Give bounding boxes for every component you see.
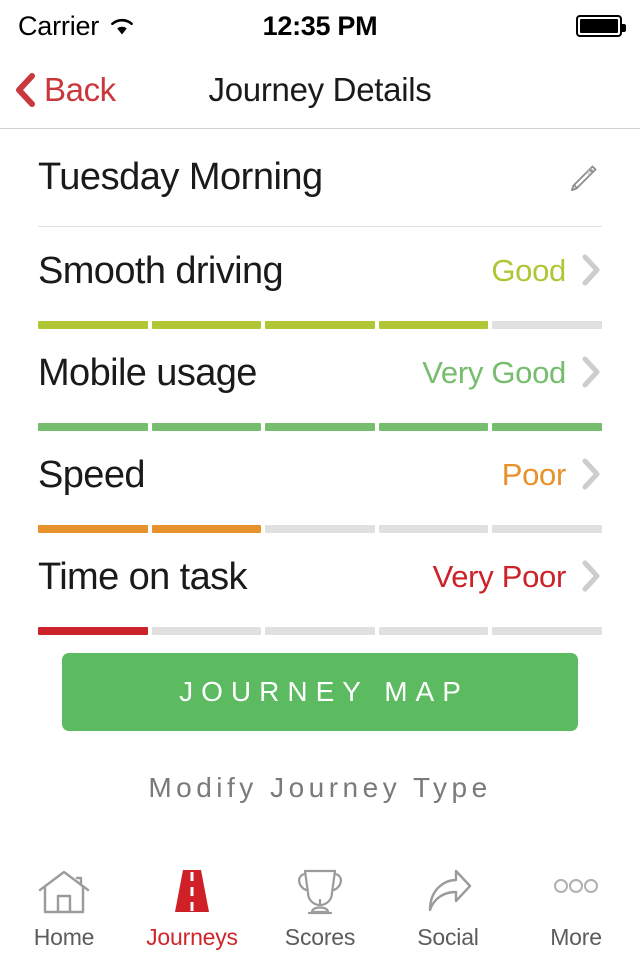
navigation-bar: Back Journey Details — [0, 52, 640, 129]
home-icon — [36, 864, 92, 920]
tab-label: More — [550, 924, 602, 950]
metric-row-speed[interactable]: Speed Poor — [38, 431, 602, 533]
metric-label: Mobile usage — [38, 352, 257, 394]
metric-progress-bar — [38, 423, 602, 431]
metric-rating: Good — [491, 253, 566, 288]
metric-label: Time on task — [38, 556, 248, 598]
wifi-icon — [109, 16, 135, 36]
metric-rating: Very Poor — [432, 559, 567, 594]
journey-name-label: Tuesday Morning — [38, 156, 323, 198]
chevron-left-icon — [14, 73, 36, 107]
tab-home[interactable]: Home — [0, 850, 128, 960]
metric-row-mobile-usage[interactable]: Mobile usage Very Good — [38, 329, 602, 431]
chevron-right-icon[interactable] — [580, 457, 602, 491]
metric-rating: Very Good — [422, 355, 566, 390]
status-bar-left: Carrier — [18, 11, 135, 42]
metric-progress-bar — [38, 321, 602, 329]
metric-label: Smooth driving — [38, 250, 284, 292]
chevron-right-icon[interactable] — [580, 355, 602, 389]
tab-bar: Home Journeys Scores Social More — [0, 850, 640, 960]
metric-rating: Poor — [501, 457, 567, 492]
tab-label: Social — [417, 924, 479, 950]
back-button[interactable]: Back — [0, 71, 116, 109]
battery-icon — [576, 15, 626, 37]
metric-progress-bar — [38, 627, 602, 635]
journey-name-row: Tuesday Morning — [38, 129, 602, 227]
tab-more[interactable]: More — [512, 850, 640, 960]
modify-journey-type-link[interactable]: Modify Journey Type — [0, 772, 640, 804]
road-icon — [164, 864, 220, 920]
chevron-right-icon[interactable] — [580, 253, 602, 287]
tab-journeys[interactable]: Journeys — [128, 850, 256, 960]
tab-label: Home — [33, 924, 95, 950]
tab-label: Journeys — [146, 924, 238, 950]
journey-map-button[interactable]: JOURNEY MAP — [62, 653, 578, 731]
metric-progress-bar — [38, 525, 602, 533]
metric-row-time-on-task[interactable]: Time on task Very Poor — [38, 533, 602, 635]
tab-social[interactable]: Social — [384, 850, 512, 960]
tab-label: Scores — [284, 924, 356, 950]
status-bar: Carrier 12:35 PM — [0, 0, 640, 52]
carrier-label: Carrier — [18, 10, 100, 41]
share-icon — [420, 864, 476, 920]
ellipsis-icon — [548, 864, 604, 920]
metric-row-smooth-driving[interactable]: Smooth driving Good — [38, 227, 602, 329]
pencil-icon[interactable] — [562, 158, 602, 198]
tab-scores[interactable]: Scores — [256, 850, 384, 960]
metric-label: Speed — [38, 454, 145, 496]
back-button-label: Back — [44, 71, 116, 108]
chevron-right-icon[interactable] — [580, 559, 602, 593]
trophy-icon — [292, 864, 348, 920]
metrics-list: Smooth driving Good Mobile usage Very Go… — [0, 227, 640, 635]
